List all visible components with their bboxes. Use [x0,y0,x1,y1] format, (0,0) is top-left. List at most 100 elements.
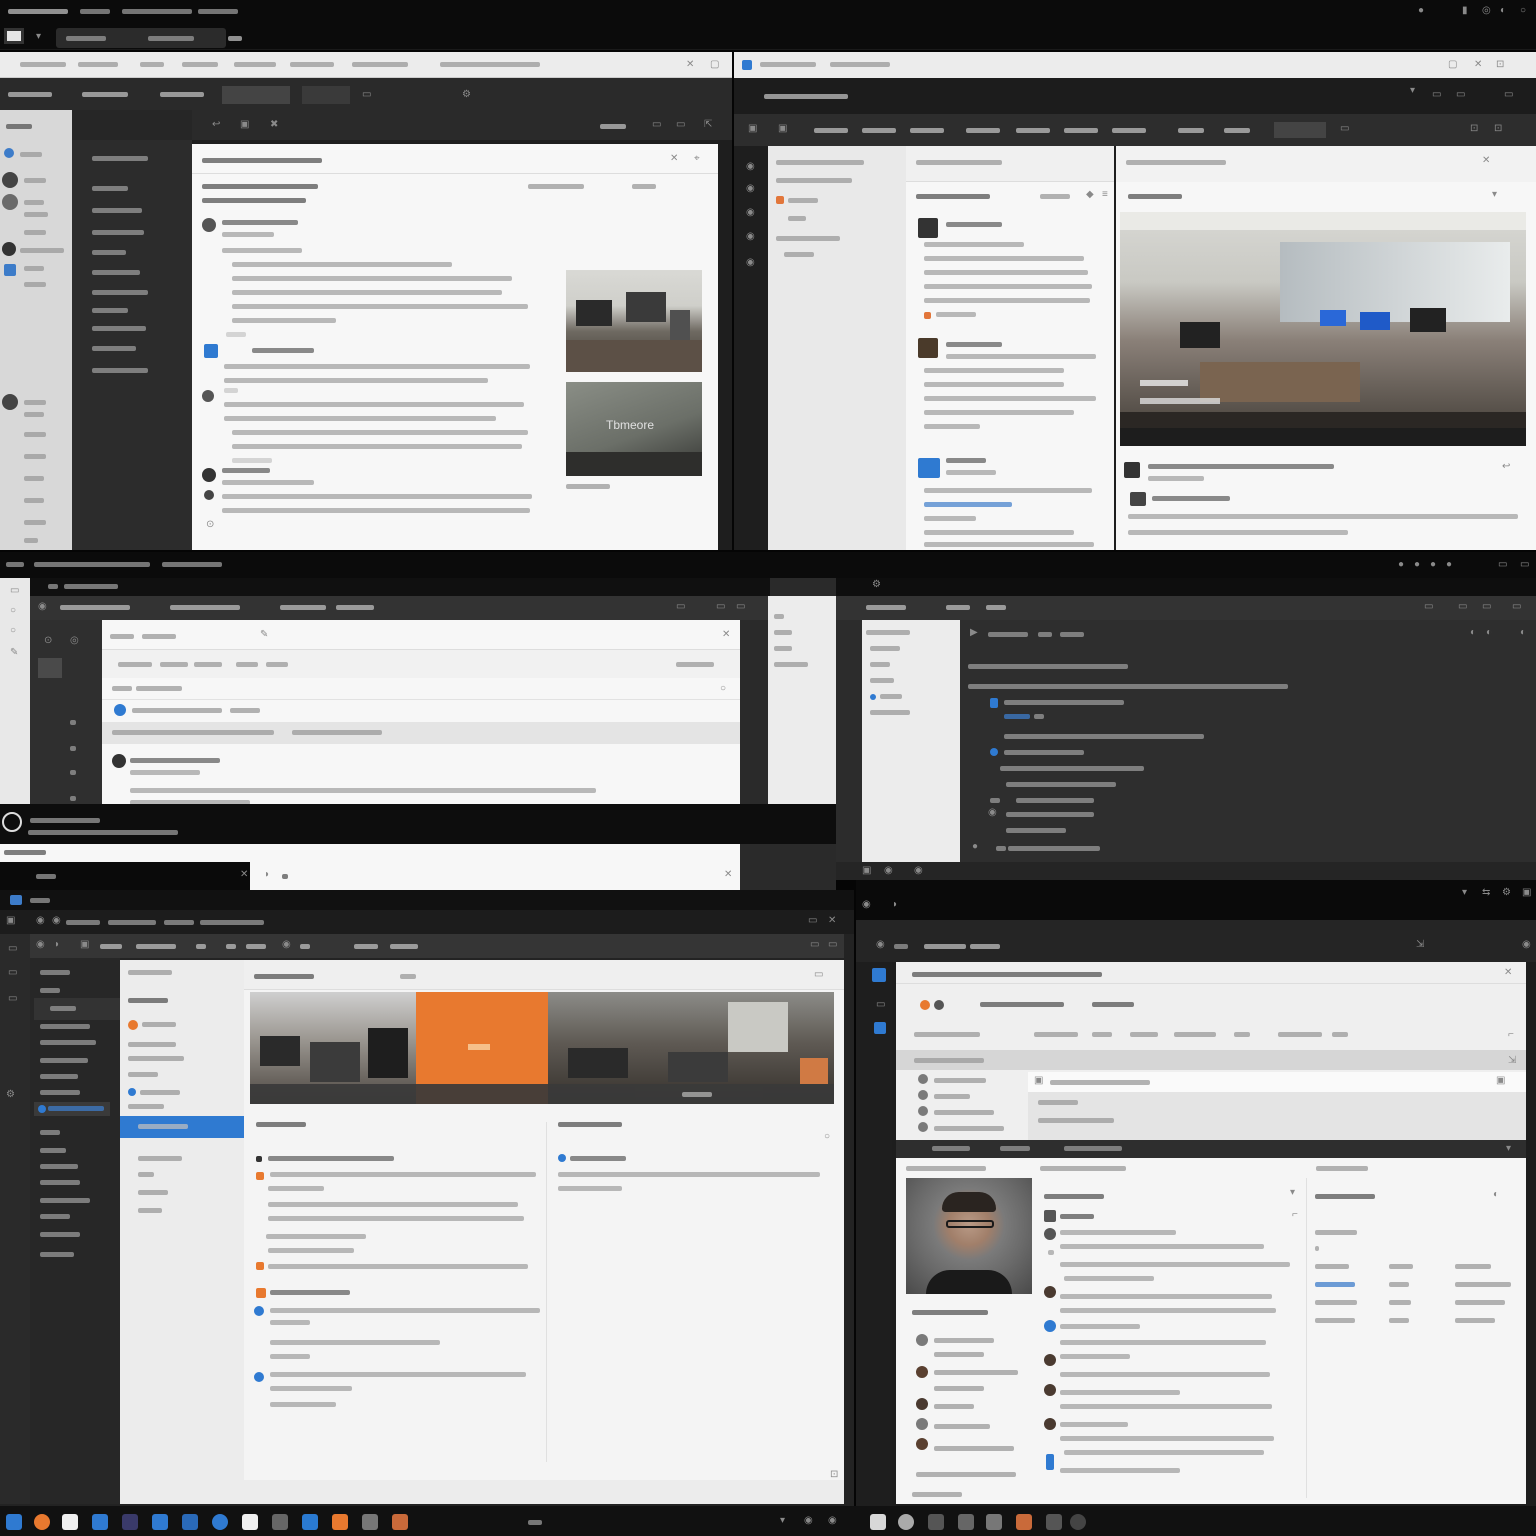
address-bar[interactable]: ▢ ✕ ⊡ [734,52,1536,78]
expand-icon[interactable]: ⇱ [704,120,712,130]
close-icon[interactable]: ✕ [722,630,730,640]
mail-icon[interactable] [92,1514,108,1530]
flag-icon[interactable]: ◆ [1086,190,1094,200]
close-icon[interactable]: ▭ [1504,90,1513,100]
compose-field[interactable]: ◗ ✕ [250,862,740,890]
people-icon[interactable]: ◉ [746,208,755,218]
avatar[interactable] [202,218,216,232]
battery-icon[interactable]: ● [1446,560,1452,570]
avatar[interactable] [202,390,214,402]
clock-icon[interactable]: ○ [1520,6,1526,16]
tools-icon[interactable] [362,1514,378,1530]
notification-icon[interactable]: ● [1398,560,1404,570]
close-icon[interactable]: ✕ [1474,60,1482,70]
browser-icon[interactable] [34,1514,50,1530]
pin-icon[interactable]: ⌖ [694,154,700,164]
list-item[interactable] [912,332,1112,442]
notes-icon[interactable] [1016,1514,1032,1530]
avatar[interactable] [2,194,18,210]
close-icon[interactable]: ✕ [240,870,248,880]
battery-icon[interactable]: ▮ [1462,6,1468,16]
whiteboard-photo[interactable]: Tbmeore [566,382,702,476]
avatar[interactable] [2,394,18,410]
browser-icon[interactable] [742,60,752,70]
network-icon[interactable]: ◉ [804,1516,813,1526]
message-preview[interactable] [102,748,740,805]
avatar[interactable] [204,490,214,500]
files-icon[interactable] [958,1514,974,1530]
menu-item[interactable] [80,9,110,14]
thread-row[interactable] [980,746,1520,760]
document-icon[interactable]: ▭ [362,90,371,100]
attachment-icon[interactable]: ⊙ [206,520,214,530]
list-item-selected[interactable] [102,722,740,744]
chat-icon[interactable] [152,1514,168,1530]
chevron-down-icon[interactable]: ▾ [780,1516,785,1526]
folder-icon[interactable] [4,264,16,276]
store-icon[interactable] [122,1514,138,1530]
recipient-row[interactable] [906,996,1516,1012]
thread-row[interactable] [980,778,1520,792]
toolbar-tab-active[interactable] [222,86,290,104]
play-button[interactable] [2,812,22,832]
calendar-icon[interactable] [182,1514,198,1530]
thread-row[interactable]: ◉ [980,808,1520,822]
list-item[interactable] [912,452,1112,548]
toolbar-tab[interactable] [302,86,350,104]
photos-icon[interactable] [212,1514,228,1530]
office-photo[interactable] [566,270,702,372]
list-item-selected[interactable]: ▣ ▣ [1028,1072,1526,1092]
avatar[interactable] [4,148,14,158]
avatar[interactable] [1130,492,1146,506]
avatar[interactable] [2,172,18,188]
thread-row[interactable] [980,824,1520,838]
search-box[interactable] [1274,122,1326,138]
tasks-icon[interactable]: ◉ [746,232,755,242]
app-menu[interactable] [8,9,68,14]
settings-icon[interactable] [302,1514,318,1530]
delete-icon[interactable]: ✖ [270,120,278,130]
office-icon[interactable] [332,1514,348,1530]
channel-item-selected[interactable] [120,1116,244,1138]
avatar[interactable] [2,242,16,256]
office-photo-large[interactable] [1120,212,1526,446]
maximize-icon[interactable]: ▭ [1456,90,1465,100]
thread-row[interactable] [980,762,1520,776]
share-icon[interactable]: ⇆ [1482,888,1490,898]
photo-toolbar[interactable] [1120,428,1526,446]
gear-icon[interactable]: ⚙ [462,90,471,100]
minimize-icon[interactable]: ▭ [676,602,685,612]
post[interactable] [254,1230,540,1282]
minimize-icon[interactable]: ▭ [1432,90,1441,100]
post[interactable] [254,1152,540,1222]
media-icon[interactable] [272,1514,288,1530]
thread-row-selected[interactable] [980,696,1520,710]
maximize-icon[interactable]: ▭ [716,602,725,612]
clock-icon[interactable]: ▭ [1498,560,1507,570]
menu-icon[interactable]: ▣ [1522,888,1531,898]
mail-icon[interactable]: ◉ [746,162,755,172]
sound-icon[interactable]: ● [1414,560,1420,570]
home-icon[interactable]: ▣ [748,124,757,134]
new-icon[interactable]: ▣ [778,124,787,134]
control-center-icon[interactable]: ◐ [1500,6,1506,16]
avatar[interactable] [1124,462,1140,478]
list-item[interactable] [912,212,1112,322]
app-logo[interactable] [4,28,24,44]
thread-row[interactable] [968,660,1528,674]
expand-icon[interactable]: ⊡ [1496,60,1504,70]
close-icon[interactable]: ✕ [686,60,694,70]
list-item[interactable]: ○ [102,678,740,700]
close-icon[interactable]: ▭ [736,602,745,612]
calendar-icon[interactable]: ◉ [746,184,755,194]
more-icon[interactable]: ▭ [676,120,685,130]
thread-row[interactable] [980,730,1520,744]
thread-row[interactable] [968,680,1528,694]
thread-row[interactable] [980,794,1520,808]
thread-row[interactable]: ● [972,842,1520,856]
thread-row[interactable] [980,710,1520,724]
back-icon[interactable]: ◉ [38,602,47,612]
archive-icon[interactable]: ▣ [240,120,249,130]
tab-label[interactable] [228,36,242,41]
wifi-icon[interactable]: ● [1418,6,1424,16]
